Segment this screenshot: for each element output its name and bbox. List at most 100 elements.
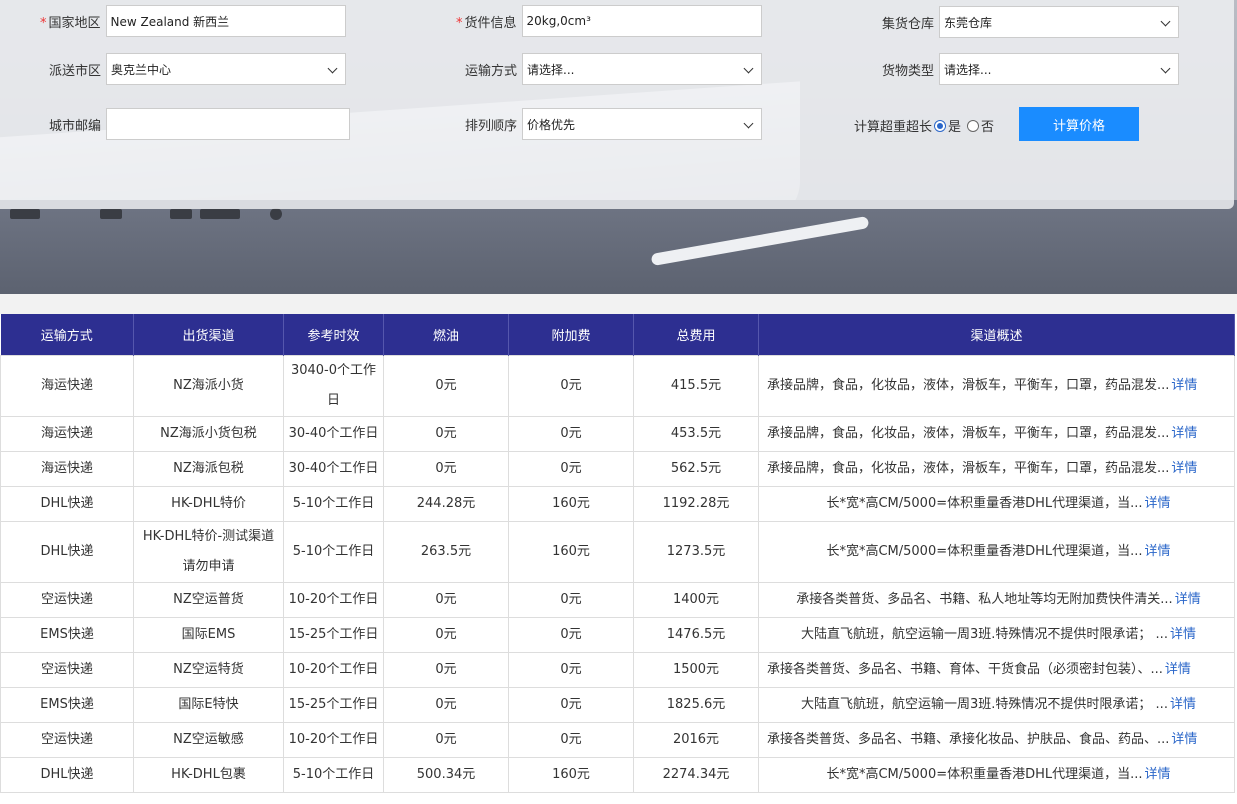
detail-link[interactable]: 详情 — [1145, 544, 1171, 559]
cargo-input[interactable]: 20kg,0cm³ — [521, 5, 762, 37]
calculate-price-button[interactable]: 计算价格 — [1019, 107, 1139, 141]
header-channel: 出货渠道 — [133, 314, 284, 356]
country-input[interactable]: New Zealand 新西兰 — [105, 5, 346, 37]
cell-fuel: 0元 — [383, 416, 509, 452]
cell-total: 2274.34元 — [633, 757, 759, 793]
cell-desc: 承接各类普货、多品名、书籍、育体、干货食品（必须密封包装）、... 详情 — [758, 652, 1235, 688]
cell-fuel: 0元 — [383, 451, 509, 487]
cell-total: 562.5元 — [633, 451, 759, 487]
cell-desc: 承接品牌，食品，化妆品，液体，滑板车，平衡车，口罩，药品混发... 详情 — [758, 416, 1235, 452]
district-label: 派送市区 — [49, 63, 102, 79]
cell-extra: 160元 — [508, 521, 634, 583]
shipping-method-select[interactable]: 请选择... — [522, 53, 763, 85]
cell-extra: 0元 — [508, 451, 634, 487]
cell-total: 453.5元 — [633, 416, 759, 452]
cell-time: 5-10个工作日 — [283, 521, 384, 583]
cell-total: 1476.5元 — [633, 617, 759, 653]
cell-total: 1192.28元 — [633, 486, 759, 522]
cell-extra: 0元 — [508, 652, 634, 688]
cell-channel: HK-DHL特价 — [133, 486, 284, 522]
cell-channel: NZ海派小货包税 — [133, 416, 284, 452]
detail-link[interactable]: 详情 — [1170, 627, 1196, 642]
cell-extra: 0元 — [508, 582, 634, 618]
detail-link[interactable]: 详情 — [1145, 496, 1171, 511]
sort-order-select[interactable]: 价格优先 — [522, 108, 763, 140]
district-field: 派送市区 奥克兰中心 — [49, 53, 347, 85]
header-fuel: 燃油 — [383, 314, 509, 356]
district-select[interactable]: 奥克兰中心 — [106, 53, 347, 85]
results-table-container: 运输方式 出货渠道 参考时效 燃油 附加费 总费用 渠道概述 海运快递 NZ海派… — [0, 314, 1237, 804]
goods-type-select[interactable]: 请选择... — [939, 53, 1180, 85]
cell-method: DHL快递 — [0, 757, 134, 793]
cell-extra: 0元 — [508, 617, 634, 653]
detail-link[interactable]: 详情 — [1165, 662, 1191, 677]
cell-method: 空运快递 — [0, 652, 134, 688]
goods-type-field: 货物类型 请选择... — [882, 53, 1180, 85]
cell-fuel: 0元 — [383, 582, 509, 618]
overweight-no[interactable]: 否 — [967, 116, 994, 135]
cell-total: 1400元 — [633, 582, 759, 618]
results-table: 运输方式 出货渠道 参考时效 燃油 附加费 总费用 渠道概述 海运快递 NZ海派… — [0, 314, 1235, 793]
header-extra: 附加费 — [508, 314, 634, 356]
cell-extra: 0元 — [508, 687, 634, 723]
table-row: EMS快递 国际E特快 15-25个工作日 0元 0元 1825.6元 大陆直飞… — [0, 687, 1235, 723]
header-time: 参考时效 — [283, 314, 384, 356]
header-desc: 渠道概述 — [758, 314, 1235, 356]
overweight-yes[interactable]: 是 — [934, 116, 961, 135]
table-row: DHL快递 HK-DHL特价 5-10个工作日 244.28元 160元 119… — [0, 486, 1235, 522]
postcode-input[interactable] — [106, 108, 351, 140]
warehouse-label: 集货仓库 — [882, 16, 935, 32]
cell-fuel: 0元 — [383, 617, 509, 653]
goods-type-label: 货物类型 — [882, 63, 935, 79]
detail-link[interactable]: 详情 — [1171, 426, 1197, 441]
table-row: 空运快递 NZ空运普货 10-20个工作日 0元 0元 1400元 承接各类普货… — [0, 582, 1235, 618]
overweight-field: 计算超重超长 是 否 — [854, 116, 994, 135]
cargo-label: 货件信息 — [464, 15, 517, 31]
cell-time: 30-40个工作日 — [283, 416, 384, 452]
shipping-method-label: 运输方式 — [465, 63, 518, 79]
detail-link[interactable]: 详情 — [1145, 767, 1171, 782]
cell-extra: 160元 — [508, 757, 634, 793]
detail-link[interactable]: 详情 — [1175, 592, 1201, 607]
warehouse-select[interactable]: 东莞仓库 — [939, 6, 1180, 38]
table-row: 空运快递 NZ空运特货 10-20个工作日 0元 0元 1500元 承接各类普货… — [0, 652, 1235, 688]
cell-desc: 长*宽*高CM/5000=体积重量香港DHL代理渠道，当... 详情 — [758, 757, 1235, 793]
cell-time: 5-10个工作日 — [283, 757, 384, 793]
radio-checked-icon[interactable] — [934, 119, 947, 132]
cell-desc: 承接品牌，食品，化妆品，液体，滑板车，平衡车，口罩，药品混发... 详情 — [758, 451, 1235, 487]
cell-time: 15-25个工作日 — [283, 687, 384, 723]
detail-link[interactable]: 详情 — [1171, 461, 1197, 476]
country-label: 国家地区 — [48, 15, 101, 31]
cell-desc: 承接品牌，食品，化妆品，液体，滑板车，平衡车，口罩，药品混发... 详情 — [758, 355, 1235, 417]
cell-channel: NZ空运普货 — [133, 582, 284, 618]
cell-method: DHL快递 — [0, 521, 134, 583]
postcode-label: 城市邮编 — [49, 118, 102, 134]
cell-time: 10-20个工作日 — [283, 582, 384, 618]
cell-time: 5-10个工作日 — [283, 486, 384, 522]
cell-desc: 大陆直飞航班，航空运输一周3班.特殊情况不提供时限承诺； ... 详情 — [758, 687, 1235, 723]
chevron-down-icon — [744, 65, 753, 74]
postcode-field: 城市邮编 — [49, 108, 351, 140]
search-form: * 国家地区 New Zealand 新西兰 * 货件信息 20kg,0cm³ 集货… — [0, 0, 1234, 209]
cell-method: 空运快递 — [0, 582, 134, 618]
detail-link[interactable]: 详情 — [1171, 732, 1197, 747]
shipping-method-field: 运输方式 请选择... — [465, 53, 763, 85]
cell-desc: 长*宽*高CM/5000=体积重量香港DHL代理渠道，当... 详情 — [758, 486, 1235, 522]
cell-total: 415.5元 — [633, 355, 759, 417]
cell-fuel: 244.28元 — [383, 486, 509, 522]
cell-desc: 承接各类普货、多品名、书籍、私人地址等均无附加费快件清关... 详情 — [758, 582, 1235, 618]
cell-total: 1500元 — [633, 652, 759, 688]
radio-unchecked-icon[interactable] — [967, 119, 980, 132]
detail-link[interactable]: 详情 — [1171, 378, 1197, 393]
cell-fuel: 0元 — [383, 652, 509, 688]
cell-channel: NZ空运敏感 — [133, 722, 284, 758]
cell-desc: 承接各类普货、多品名、书籍、承接化妆品、护肤品、食品、药品、... 详情 — [758, 722, 1235, 758]
cell-extra: 0元 — [508, 416, 634, 452]
cell-channel: NZ海派小货 — [133, 355, 284, 417]
chevron-down-icon — [744, 120, 753, 129]
header-method: 运输方式 — [0, 314, 134, 356]
detail-link[interactable]: 详情 — [1170, 697, 1196, 712]
chevron-down-icon — [1161, 18, 1170, 27]
cell-fuel: 500.34元 — [383, 757, 509, 793]
cell-channel: HK-DHL特价-测试渠道请勿申请 — [133, 521, 284, 583]
